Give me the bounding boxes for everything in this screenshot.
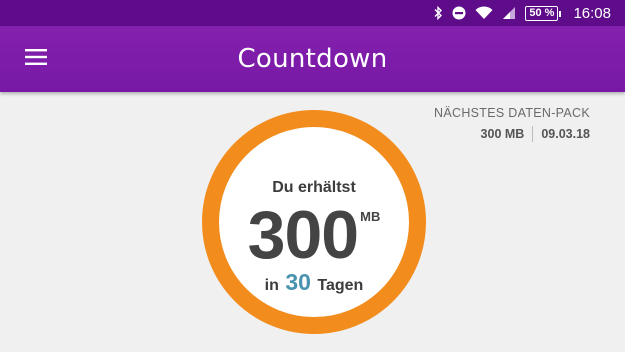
bluetooth-icon	[433, 6, 443, 20]
divider	[532, 126, 534, 142]
status-bar: 50 % 16:08	[0, 0, 625, 26]
countdown-days: 30	[285, 269, 311, 295]
app-bar: Countdown	[0, 26, 625, 92]
countdown-prefix: Du erhältst	[272, 179, 356, 196]
countdown-amount: 300 MB	[219, 197, 409, 273]
signal-icon	[502, 6, 516, 20]
wifi-icon	[475, 6, 493, 20]
do-not-disturb-icon	[452, 6, 466, 20]
countdown-in-label: in	[264, 277, 279, 294]
next-pack-date: 09.03.18	[541, 127, 590, 141]
battery-indicator: 50 %	[525, 5, 562, 21]
countdown-ring: Du erhältst 300 MB in 30 Tagen	[202, 110, 426, 334]
countdown-unit: MB	[360, 209, 381, 224]
next-pack-title: NÄCHSTES DATEN-PACK	[434, 106, 590, 120]
next-pack-details: 300 MB 09.03.18	[434, 126, 590, 142]
next-data-pack-info: NÄCHSTES DATEN-PACK 300 MB 09.03.18	[434, 106, 590, 142]
next-pack-amount: 300 MB	[480, 127, 525, 141]
page-title: Countdown	[237, 44, 388, 74]
status-time: 16:08	[573, 4, 611, 22]
countdown-days-label: Tagen	[317, 277, 364, 294]
countdown-value: 300	[247, 197, 359, 273]
countdown-content: Du erhältst 300 MB in 30 Tagen	[219, 127, 409, 317]
countdown-days-row: in 30 Tagen	[219, 269, 409, 296]
